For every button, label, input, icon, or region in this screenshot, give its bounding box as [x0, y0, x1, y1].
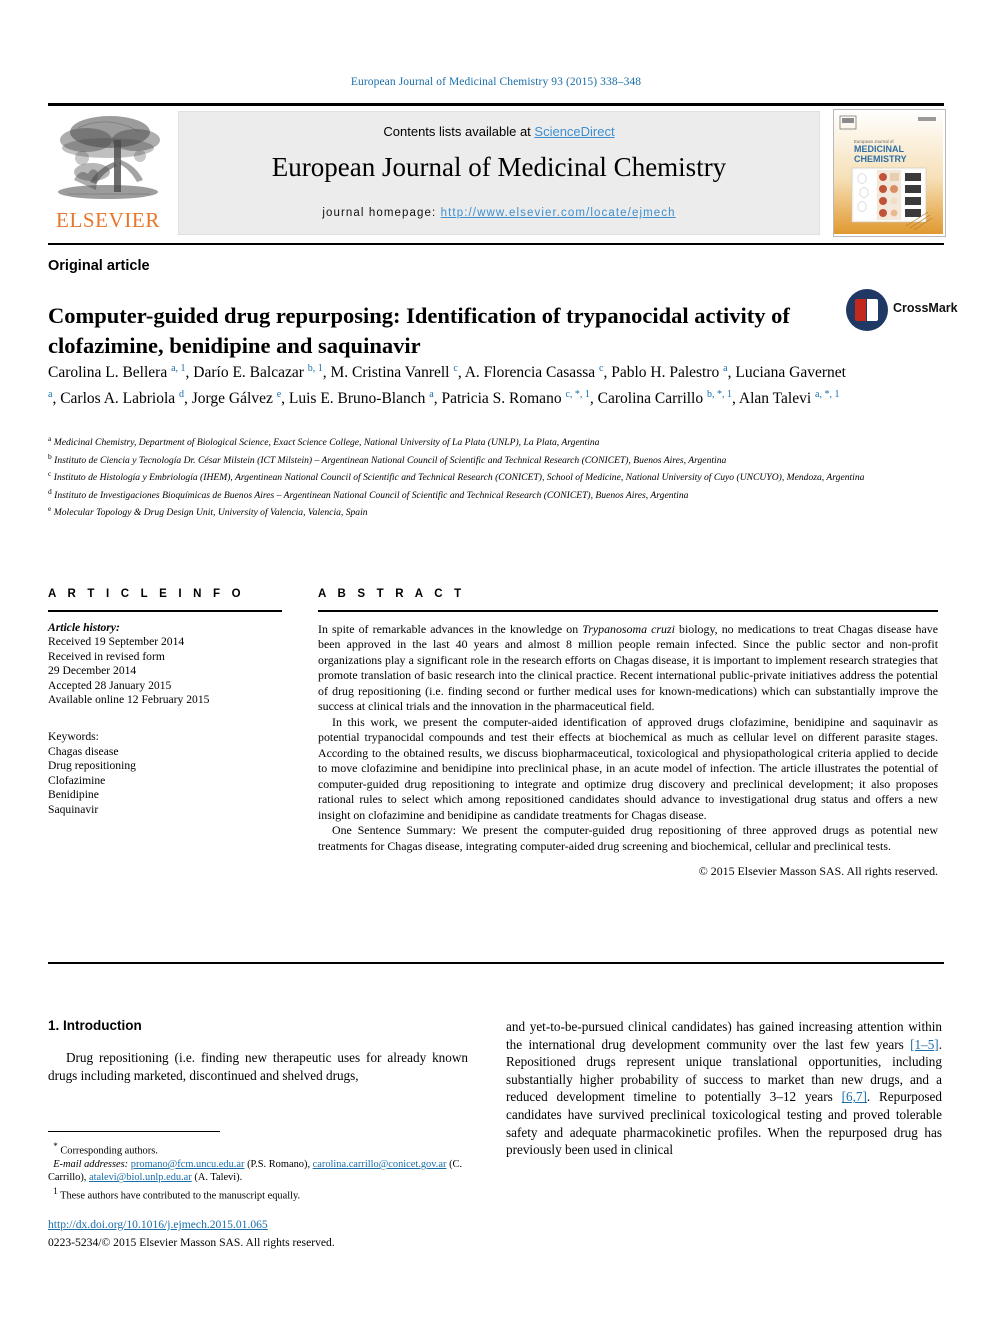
elsevier-tree-icon: [52, 110, 164, 206]
corresponding-authors-note: * Corresponding authors.: [48, 1140, 472, 1158]
history-item: Accepted 28 January 2015: [48, 678, 172, 692]
abstract-column: A B S T R A C T In spite of remarkable a…: [318, 588, 938, 880]
email-label: E-mail addresses:: [53, 1158, 129, 1170]
body-paragraph: and yet-to-be-pursued clinical candidate…: [506, 1018, 942, 1159]
email-note: E-mail addresses: promano@fcm.uncu.edu.a…: [48, 1158, 463, 1184]
keyword-item: Drug repositioning: [48, 759, 136, 773]
crossmark-icon: [846, 289, 888, 331]
issn-copyright-line: 0223-5234/© 2015 Elsevier Masson SAS. Al…: [48, 1236, 335, 1249]
citation-link[interactable]: [1–5]: [910, 1037, 939, 1052]
email-link[interactable]: atalevi@biol.unlp.edu.ar: [89, 1172, 192, 1183]
abstract-paragraph: In this work, we present the computer-ai…: [318, 714, 938, 822]
copyright-line: © 2015 Elsevier Masson SAS. All rights r…: [698, 864, 938, 878]
contents-available-line: Contents lists available at ScienceDirec…: [179, 124, 819, 139]
elsevier-logo: ELSEVIER: [48, 110, 168, 235]
species-name: Trypanosoma cruzi: [582, 621, 675, 636]
equal-contrib-text: These authors have contributed to the ma…: [60, 1190, 301, 1202]
keyword-item: Clofazimine: [48, 773, 106, 787]
email-owner: (A. Talevi): [194, 1172, 240, 1184]
journal-title: European Journal of Medicinal Chemistry: [271, 152, 727, 182]
footnote-rule: [48, 1131, 220, 1132]
sciencedirect-band: Contents lists available at ScienceDirec…: [178, 111, 820, 235]
abstract-p1-pre: In spite of remarkable advances in the k…: [318, 621, 583, 636]
article-info-heading: A R T I C L E I N F O: [48, 588, 245, 600]
running-head: European Journal of Medicinal Chemistry …: [350, 76, 642, 88]
affiliation-mark: b: [48, 451, 52, 461]
corresponding-text: Corresponding authors.: [60, 1145, 158, 1157]
section-heading-introduction: 1. Introduction: [48, 1018, 142, 1033]
affiliation-text: Medicinal Chemistry, Department of Biolo…: [53, 437, 600, 449]
abstract-heading: A B S T R A C T: [318, 588, 466, 600]
homepage-url-link[interactable]: http://www.elsevier.com/locate/ejmech: [441, 207, 676, 219]
keyword-item: Chagas disease: [48, 744, 119, 758]
article-type-label: Original article: [48, 258, 150, 274]
body-top-rule: [48, 962, 944, 964]
affiliation-mark: e: [48, 504, 52, 514]
journal-masthead: ELSEVIER Contents lists available at Sci…: [48, 103, 946, 237]
page-title: Computer-guided drug repurposing: Identi…: [48, 303, 790, 359]
abstract-body: In spite of remarkable advances in the k…: [318, 622, 938, 880]
crossmark-label: CrossMark: [893, 301, 958, 315]
svg-text:MEDICINAL: MEDICINAL: [854, 144, 904, 154]
doi-link[interactable]: http://dx.doi.org/10.1016/j.ejmech.2015.…: [48, 1218, 268, 1231]
article-head-rule: [48, 243, 944, 245]
history-item: 29 December 2014: [48, 664, 137, 678]
affiliation-text: Instituto de Histología y Embriología (I…: [53, 472, 865, 484]
affiliation-mark: a: [48, 434, 52, 443]
affiliation-list: a Medicinal Chemistry, Department of Bio…: [48, 432, 946, 520]
body-left-column: 1. Introduction Drug repositioning (i.e.…: [48, 1018, 468, 1084]
affiliation-mark: c: [48, 469, 52, 479]
body-text-part: and yet-to-be-pursued clinical candidate…: [506, 1019, 942, 1052]
citation-link[interactable]: [6,7]: [842, 1089, 867, 1104]
sciencedirect-link[interactable]: ScienceDirect: [534, 124, 614, 139]
abstract-paragraph: In spite of remarkable advances in the k…: [318, 622, 938, 715]
equal-contribution-note: 1 These authors have contributed to the …: [48, 1185, 472, 1203]
article-history: Article history: Received 19 September 2…: [48, 621, 306, 709]
article-info-rule: [48, 610, 282, 612]
keyword-item: Benidipine: [48, 788, 99, 802]
affiliation-text: Instituto de Ciencia y Tecnología Dr. Cé…: [54, 454, 727, 466]
abstract-rule: [318, 610, 938, 612]
affiliation-item: c Instituto de Histología y Embriología …: [48, 467, 946, 485]
affiliation-mark: d: [48, 486, 52, 496]
keyword-item: Saquinavir: [48, 803, 99, 817]
affiliation-text: Molecular Topology & Drug Design Unit, U…: [53, 507, 368, 519]
journal-article-page: European Journal of Medicinal Chemistry …: [0, 0, 992, 1323]
article-info-column: A R T I C L E I N F O Article history: R…: [48, 588, 306, 818]
article-history-label: Article history:: [48, 620, 120, 634]
history-item: Available online 12 February 2015: [48, 693, 210, 707]
journal-cover-thumbnail: European Journal of MEDICINAL CHEMISTRY: [833, 109, 946, 237]
footnote-block: * Corresponding authors. E-mail addresse…: [48, 1140, 472, 1203]
history-item: Received 19 September 2014: [48, 635, 185, 649]
affiliation-item: e Molecular Topology & Drug Design Unit,…: [48, 502, 946, 520]
history-item: Received in revised form: [48, 649, 165, 663]
body-right-column: and yet-to-be-pursued clinical candidate…: [506, 1018, 942, 1159]
crossmark-badge[interactable]: CrossMark: [846, 287, 958, 333]
svg-text:CHEMISTRY: CHEMISTRY: [854, 154, 907, 164]
email-link[interactable]: promano@fcm.uncu.edu.ar: [131, 1159, 245, 1170]
email-link[interactable]: carolina.carrillo@conicet.gov.ar: [313, 1159, 447, 1170]
affiliation-item: d Instituto de Investigaciones Bioquímic…: [48, 485, 946, 503]
contents-prefix: Contents lists available at: [383, 124, 535, 139]
equal-contrib-mark: 1: [53, 1185, 58, 1196]
journal-homepage-line: journal homepage: http://www.elsevier.co…: [179, 207, 819, 219]
crossmark-book-left: [855, 299, 866, 321]
affiliation-item: b Instituto de Ciencia y Tecnología Dr. …: [48, 450, 946, 468]
email-owner: (P.S. Romano): [247, 1158, 308, 1170]
keywords-label: Keywords:: [48, 730, 99, 744]
homepage-label: journal homepage:: [322, 207, 437, 219]
body-paragraph: Drug repositioning (i.e. finding new the…: [48, 1050, 468, 1083]
elsevier-wordmark: ELSEVIER: [56, 208, 160, 232]
author-list: Carolina L. Bellera a, 1, Darío E. Balca…: [48, 363, 846, 408]
masthead-top-rule: [48, 103, 944, 106]
abstract-paragraph: One Sentence Summary: We present the com…: [318, 823, 938, 853]
keywords-block: Keywords: Chagas disease Drug reposition…: [48, 730, 306, 818]
affiliation-text: Instituto de Investigaciones Bioquímicas…: [54, 489, 689, 501]
affiliation-item: a Medicinal Chemistry, Department of Bio…: [48, 432, 946, 450]
crossmark-book-right: [867, 299, 878, 321]
corresponding-mark: *: [53, 1141, 58, 1151]
